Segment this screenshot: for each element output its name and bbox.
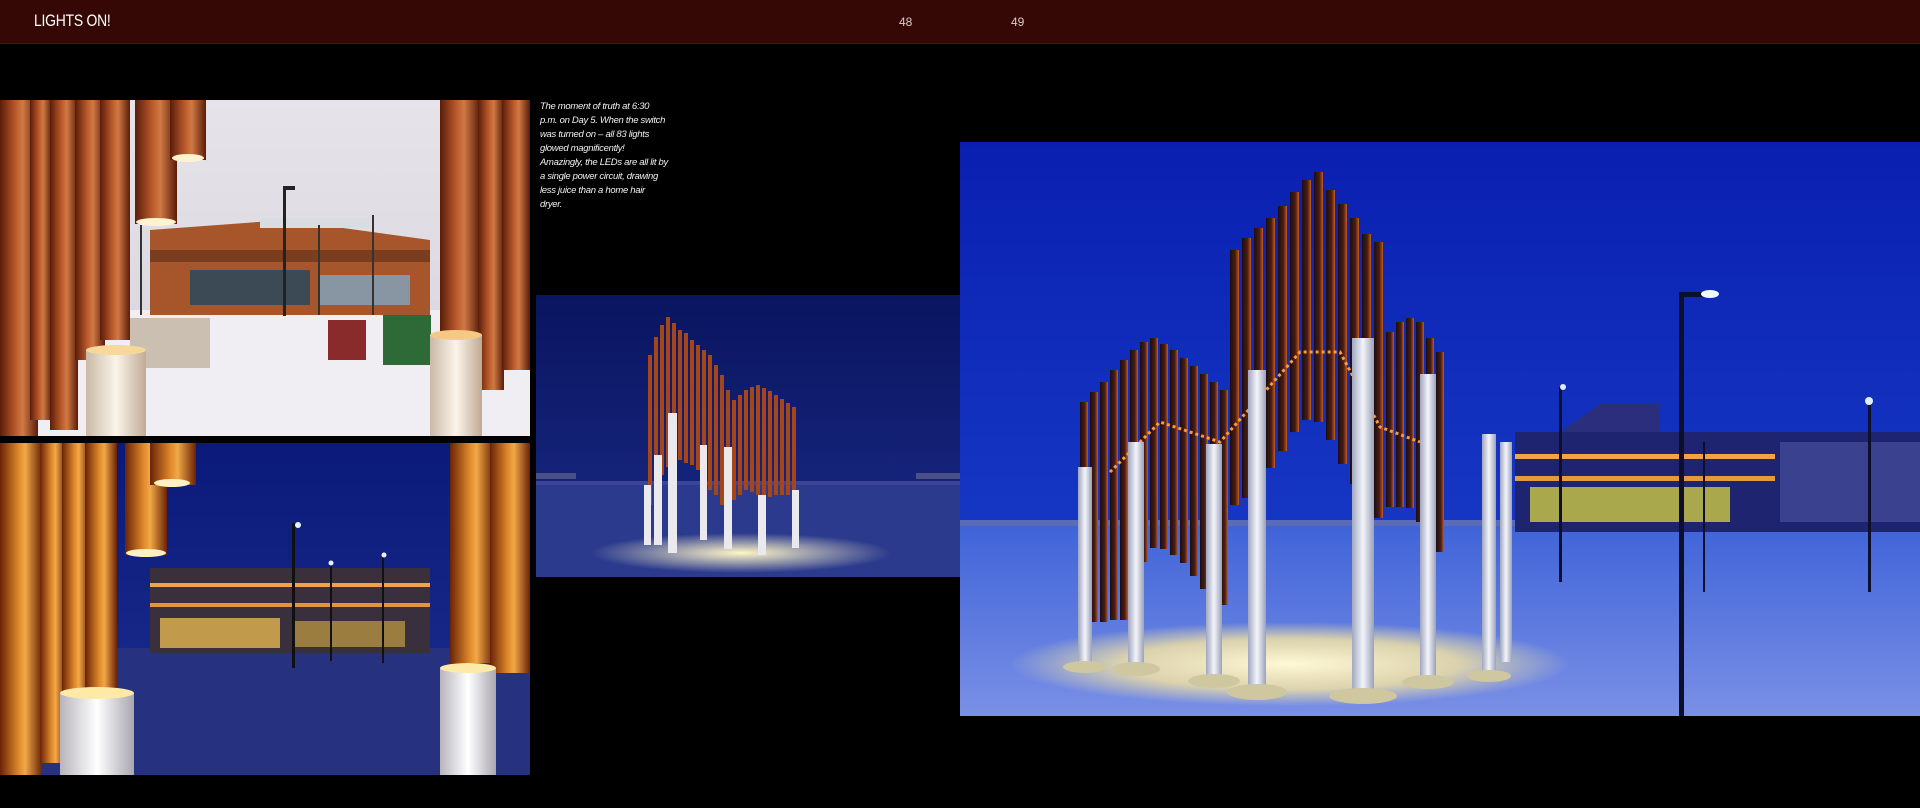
page-number-right: 49 bbox=[1011, 15, 1025, 29]
photo-caption: The moment of truth at 6:30 p.m. on Day … bbox=[540, 101, 668, 210]
page-number-left: 48 bbox=[899, 15, 913, 29]
section-title: LIGHTS ON! bbox=[34, 11, 111, 30]
photo-daytime-tubes bbox=[0, 100, 530, 436]
photo-night-sculpture-large bbox=[960, 142, 1920, 716]
header-bar: LIGHTS ON! 48 49 bbox=[0, 0, 1920, 44]
photo-night-sculpture-small bbox=[536, 295, 960, 577]
photo-dusk-tubes bbox=[0, 443, 530, 775]
